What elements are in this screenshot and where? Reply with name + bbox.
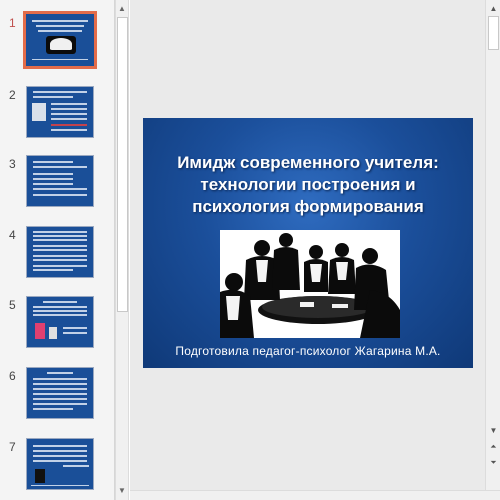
- scrollbar-thumb[interactable]: [488, 16, 499, 50]
- meeting-illustration[interactable]: [220, 230, 400, 338]
- slide-title[interactable]: Имидж современного учителя: технологии п…: [143, 152, 473, 218]
- thumbnail-row-5[interactable]: 5: [0, 296, 115, 358]
- title-line-1: Имидж современного учителя:: [177, 153, 439, 172]
- next-slide-icon[interactable]: ⏷: [487, 456, 500, 469]
- title-line-2: технологии построения и: [200, 175, 416, 194]
- current-slide[interactable]: Имидж современного учителя: технологии п…: [143, 118, 473, 368]
- slide-subtitle[interactable]: Подготовила педагог-психолог Жагарина М.…: [143, 344, 473, 358]
- slide-thumbnail-6[interactable]: [26, 367, 94, 419]
- slide-thumbnail-pane[interactable]: 1 2 3 4 5 6 7: [0, 0, 115, 500]
- slide-thumbnail-2[interactable]: [26, 86, 94, 138]
- title-line-3: психология формирования: [192, 197, 424, 216]
- thumbnail-row-6[interactable]: 6: [0, 367, 115, 429]
- slide-thumbnail-5[interactable]: [26, 296, 94, 348]
- slide-thumbnail-7[interactable]: [26, 438, 94, 490]
- scrollbar-thumb[interactable]: [117, 17, 128, 312]
- slide-number: 1: [9, 16, 16, 30]
- thumbnail-row-7[interactable]: 7: [0, 438, 115, 500]
- scroll-down-icon[interactable]: ▼: [487, 424, 500, 437]
- editor-vertical-scrollbar[interactable]: ▲ ▼ ⏶ ⏷: [485, 0, 500, 490]
- thumbnail-row-4[interactable]: 4: [0, 226, 115, 288]
- slide-thumbnail-1[interactable]: [23, 11, 97, 69]
- slide-number: 3: [9, 157, 16, 171]
- previous-slide-icon[interactable]: ⏶: [487, 440, 500, 453]
- slide-number: 6: [9, 369, 16, 383]
- scroll-up-icon[interactable]: ▲: [116, 2, 128, 16]
- slide-number: 2: [9, 88, 16, 102]
- slide-editor: Имидж современного учителя: технологии п…: [130, 0, 485, 490]
- chevron-up-icon[interactable]: ▲: [487, 2, 500, 15]
- slide-number: 5: [9, 298, 16, 312]
- thumbnail-row-1[interactable]: 1: [0, 11, 115, 76]
- horizontal-scrollbar[interactable]: [130, 490, 500, 500]
- thumbnail-row-2[interactable]: 2: [0, 86, 115, 148]
- slide-number: 4: [9, 228, 16, 242]
- slide-thumbnail-3[interactable]: [26, 155, 94, 207]
- scroll-down-icon[interactable]: ▼: [116, 484, 128, 498]
- slide-thumbnail-4[interactable]: [26, 226, 94, 278]
- thumbnail-scrollbar[interactable]: ▲ ▼: [115, 0, 129, 500]
- thumbnail-row-3[interactable]: 3: [0, 155, 115, 217]
- slide-number: 7: [9, 440, 16, 454]
